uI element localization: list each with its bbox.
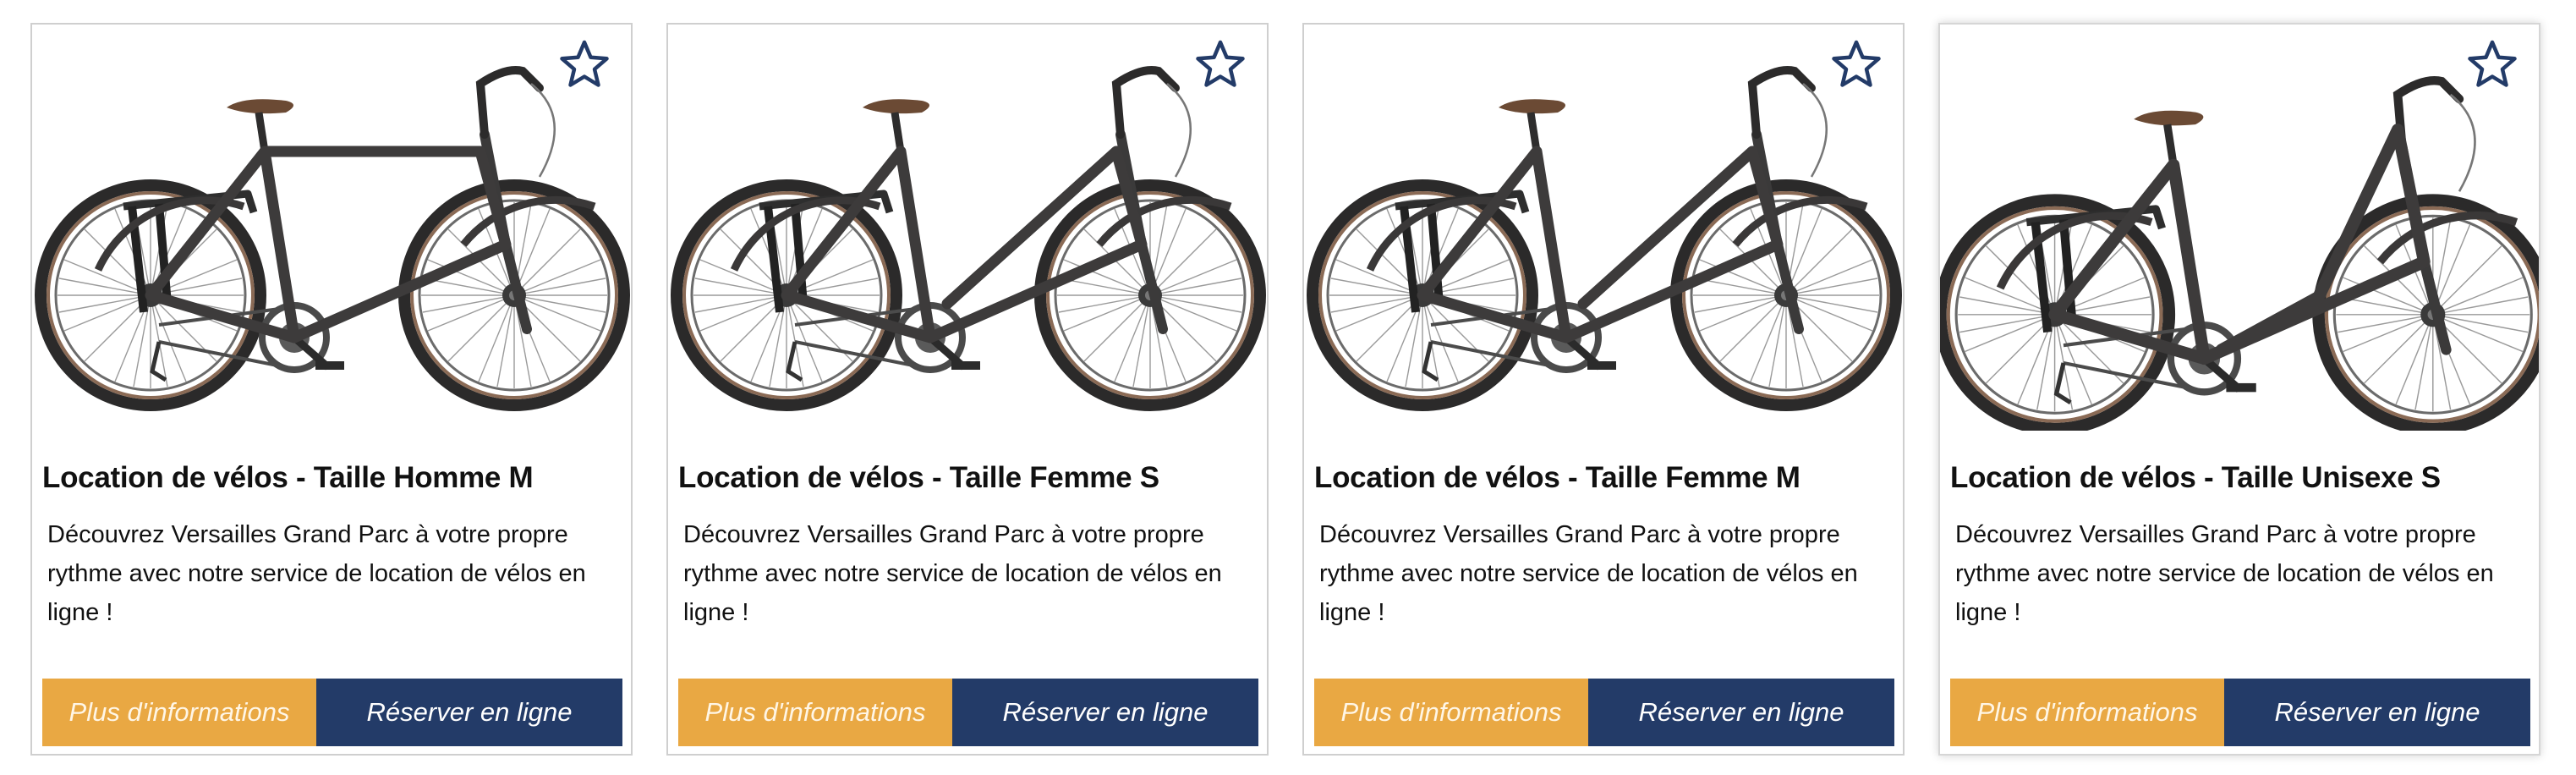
product-description: Découvrez Versailles Grand Parc à votre …	[47, 521, 586, 626]
star-outline-icon[interactable]	[1830, 38, 1883, 91]
bike-image[interactable]	[1304, 25, 1903, 431]
product-title[interactable]: Location de vélos - Taille Femme S	[678, 461, 1159, 495]
book-online-button[interactable]: Réserver en ligne	[952, 679, 1258, 746]
bike-image[interactable]	[1940, 25, 2539, 431]
product-card: Location de vélos - Taille Femme M Décou…	[1302, 23, 1905, 756]
card-actions: Plus d'informations Réserver en ligne	[1950, 679, 2530, 746]
bike-image[interactable]	[32, 25, 631, 431]
more-info-button[interactable]: Plus d'informations	[42, 679, 316, 746]
product-title[interactable]: Location de vélos - Taille Unisexe S	[1950, 461, 2441, 495]
product-grid: Location de vélos - Taille Homme M Décou…	[30, 23, 2540, 756]
book-online-button[interactable]: Réserver en ligne	[2224, 679, 2530, 746]
book-online-button[interactable]: Réserver en ligne	[316, 679, 622, 746]
product-card: Location de vélos - Taille Homme M Décou…	[30, 23, 633, 756]
more-info-button[interactable]: Plus d'informations	[1314, 679, 1588, 746]
product-title[interactable]: Location de vélos - Taille Homme M	[42, 461, 534, 495]
bike-image[interactable]	[668, 25, 1267, 431]
product-description: Découvrez Versailles Grand Parc à votre …	[683, 521, 1222, 626]
product-card: Location de vélos - Taille Femme S Décou…	[666, 23, 1269, 756]
star-outline-icon[interactable]	[1194, 38, 1247, 91]
card-actions: Plus d'informations Réserver en ligne	[42, 679, 622, 746]
star-outline-icon[interactable]	[558, 38, 611, 91]
product-description: Découvrez Versailles Grand Parc à votre …	[1955, 521, 2494, 626]
book-online-button[interactable]: Réserver en ligne	[1588, 679, 1894, 746]
more-info-button[interactable]: Plus d'informations	[678, 679, 952, 746]
card-actions: Plus d'informations Réserver en ligne	[1314, 679, 1894, 746]
product-card: Location de vélos - Taille Unisexe S Déc…	[1938, 23, 2540, 756]
more-info-button[interactable]: Plus d'informations	[1950, 679, 2224, 746]
product-title[interactable]: Location de vélos - Taille Femme M	[1314, 461, 1800, 495]
card-actions: Plus d'informations Réserver en ligne	[678, 679, 1258, 746]
product-description: Découvrez Versailles Grand Parc à votre …	[1319, 521, 1858, 626]
star-outline-icon[interactable]	[2466, 38, 2518, 91]
